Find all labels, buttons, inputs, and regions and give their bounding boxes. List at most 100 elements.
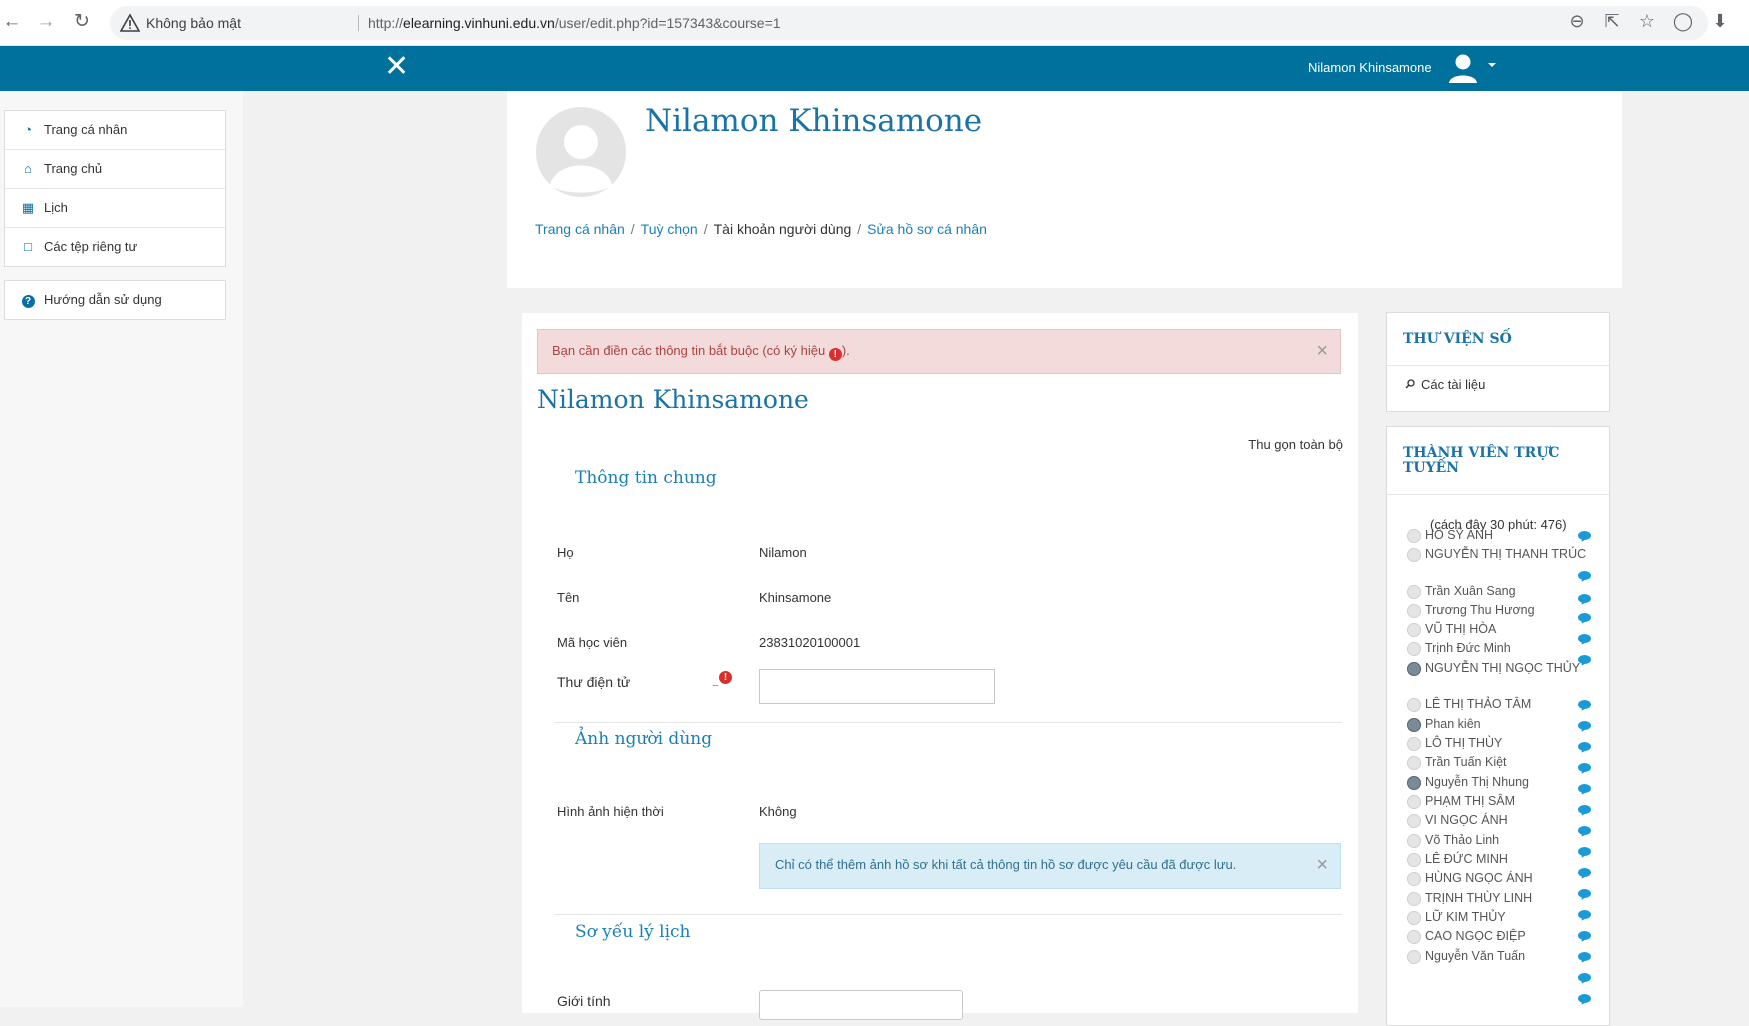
shield-icon[interactable]: ◯ [1671, 9, 1695, 33]
collapse-all-link[interactable]: Thu gọn toàn bộ [1248, 437, 1343, 452]
message-icon[interactable] [1578, 994, 1591, 1007]
download-icon[interactable]: ⬇ [1708, 9, 1732, 33]
online-user-name: PHẠM THỊ SÂM [1425, 794, 1516, 808]
message-icon[interactable] [1578, 655, 1591, 668]
drawer-item-private-files[interactable]: □ Các tệp riêng tư [5, 228, 225, 266]
breadcrumb-edit-profile[interactable]: Sửa hồ sơ cá nhân [867, 221, 987, 237]
online-user-item[interactable]: Nguyễn Thị Nhung [1407, 773, 1607, 793]
online-user-item[interactable]: Nguyễn Văn Tuấn [1407, 947, 1607, 967]
section-general-toggle[interactable]: Thông tin chung [575, 468, 717, 488]
online-user-name: HÙNG NGỌC ÁNH [1425, 871, 1533, 885]
main-content: Bạn cần điền các thông tin bắt buộc (có … [522, 313, 1358, 1013]
user-menu-caret-icon[interactable] [1488, 63, 1496, 67]
message-icon[interactable] [1578, 571, 1591, 584]
online-user-name: VI NGỌC ÁNH [1425, 813, 1508, 827]
user-avatar-icon [1407, 585, 1421, 599]
message-icon[interactable] [1578, 700, 1591, 713]
lastname-label: Họ [557, 545, 574, 560]
email-input[interactable] [759, 669, 995, 704]
online-user-item[interactable]: Trịnh Đức Minh [1407, 639, 1607, 659]
user-avatar-icon [1407, 718, 1421, 732]
online-user-item[interactable]: NGUYỄN THỊ NGỌC THỦY [1407, 659, 1607, 679]
online-user-item[interactable]: CAO NGỌC ĐIỆP [1407, 927, 1607, 947]
online-user-item[interactable]: Phan kiên [1407, 715, 1607, 735]
drawer-main-group: ◔ Trang cá nhân ⌂ Trang chủ ▦ Lịch □ Các… [4, 110, 226, 267]
online-user-item[interactable]: VI NGỌC ÁNH [1407, 811, 1607, 831]
security-label[interactable]: Không bảo mật [146, 15, 241, 31]
online-user-item[interactable]: NGUYỄN THỊ THANH TRÚC [1407, 545, 1607, 565]
online-user-item[interactable]: PHẠM THỊ SÂM [1407, 792, 1607, 812]
online-user-item[interactable]: Trần Tuấn Kiệt [1407, 753, 1607, 773]
reload-icon[interactable]: ↻ [70, 10, 94, 34]
message-icon[interactable] [1578, 613, 1591, 626]
user-avatar-icon [1407, 795, 1421, 809]
online-user-name: VŨ THỊ HÒA [1425, 622, 1497, 636]
library-documents-link[interactable]: Các tài liệu [1405, 377, 1485, 392]
message-icon[interactable] [1578, 742, 1591, 755]
online-user-item[interactable]: VŨ THỊ HÒA [1407, 620, 1607, 640]
warning-icon[interactable] [120, 13, 140, 33]
message-icon[interactable] [1578, 805, 1591, 818]
user-avatar-icon [1407, 604, 1421, 618]
message-icon[interactable] [1578, 889, 1591, 902]
online-user-item[interactable]: Trần Xuân Sang [1407, 582, 1607, 602]
drawer-item-help[interactable]: ? Hướng dẫn sử dụng [5, 281, 225, 319]
zoom-out-icon[interactable]: ⊖ [1565, 9, 1589, 33]
drawer-item-label: Trang cá nhân [44, 122, 128, 137]
close-info-button[interactable]: × [1316, 855, 1328, 875]
online-user-item[interactable]: Trương Thu Hương [1407, 601, 1607, 621]
message-icon[interactable] [1578, 952, 1591, 965]
online-user-item[interactable]: LÔ THỊ THÙY [1407, 734, 1607, 754]
share-icon[interactable]: ⇱ [1600, 9, 1624, 33]
message-icon[interactable] [1578, 868, 1591, 881]
required-icon: ! [719, 671, 732, 684]
message-icon[interactable] [1578, 634, 1591, 647]
message-icon[interactable] [1578, 910, 1591, 923]
message-icon[interactable] [1578, 784, 1591, 797]
browser-toolbar: ← → ↻ Không bảo mật http://elearning.vin… [0, 0, 1749, 46]
online-user-item[interactable]: LÊ THỊ THẢO TÂM [1407, 695, 1607, 715]
section-picture-toggle[interactable]: Ảnh người dùng [575, 729, 712, 749]
close-drawer-icon[interactable]: ✕ [384, 52, 409, 82]
online-user-item[interactable]: HỒ SỸ ANH [1407, 526, 1607, 546]
close-alert-button[interactable]: × [1316, 341, 1328, 361]
address-bar[interactable]: Không bảo mật http://elearning.vinhuni.e… [110, 6, 1708, 40]
online-user-item[interactable]: LỮ KIM THỦY [1407, 908, 1607, 928]
profile-avatar[interactable] [536, 107, 626, 197]
drawer-item-calendar[interactable]: ▦ Lịch [5, 189, 225, 228]
page-title: Nilamon Khinsamone [645, 103, 983, 139]
drawer-item-dashboard[interactable]: ◔ Trang cá nhân [5, 111, 225, 150]
online-user-item[interactable]: TRỊNH THÙY LINH [1407, 889, 1607, 909]
online-user-item[interactable]: HÙNG NGỌC ÁNH [1407, 869, 1607, 889]
message-icon[interactable] [1578, 763, 1591, 776]
user-avatar-icon [1407, 911, 1421, 925]
user-avatar-icon [1407, 814, 1421, 828]
message-icon[interactable] [1578, 594, 1591, 607]
forward-icon[interactable]: → [34, 10, 58, 34]
message-icon[interactable] [1578, 931, 1591, 944]
message-icon[interactable] [1578, 531, 1591, 544]
message-icon[interactable] [1578, 847, 1591, 860]
message-icon[interactable] [1578, 721, 1591, 734]
user-avatar-icon[interactable] [1446, 51, 1480, 85]
drawer-item-home[interactable]: ⌂ Trang chủ [5, 150, 225, 189]
online-user-item[interactable]: LÊ ĐỨC MINH [1407, 850, 1607, 870]
required-alert-text-after: ). [841, 343, 850, 358]
required-alert-text: Bạn cần điền các thông tin bắt buộc (có … [552, 343, 850, 361]
section-cv-toggle[interactable]: Sơ yếu lý lịch [575, 922, 691, 942]
search-icon [1405, 379, 1415, 389]
bookmark-star-icon[interactable]: ☆ [1635, 9, 1659, 33]
url-text[interactable]: http://elearning.vinhuni.edu.vn/user/edi… [368, 15, 781, 31]
message-icon[interactable] [1578, 826, 1591, 839]
back-icon[interactable]: ← [0, 10, 24, 34]
navbar-user-name[interactable]: Nilamon Khinsamone [1308, 60, 1432, 75]
message-icon[interactable] [1578, 973, 1591, 986]
online-user-name: NGUYỄN THỊ THANH TRÚC [1425, 547, 1587, 561]
online-user-name: LÔ THỊ THÙY [1425, 736, 1503, 750]
online-user-item[interactable]: Võ Thảo Linh [1407, 831, 1607, 851]
breadcrumb-dashboard[interactable]: Trang cá nhân [535, 221, 625, 237]
current-picture-label: Hình ảnh hiện thời [557, 804, 664, 819]
breadcrumb-preferences[interactable]: Tuỳ chọn [641, 221, 698, 237]
page-scrollbar[interactable] [1733, 91, 1749, 1007]
gender-select[interactable] [759, 990, 963, 1020]
